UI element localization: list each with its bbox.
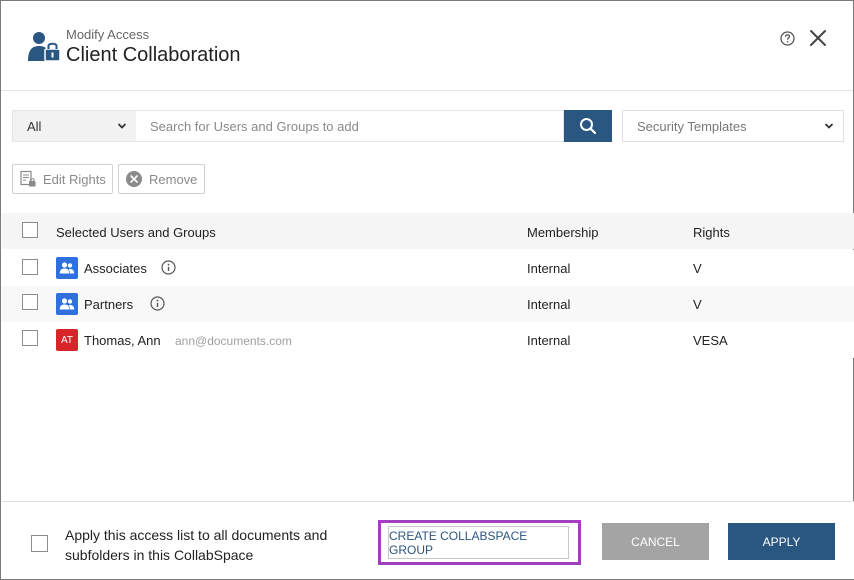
table-row[interactable]: Associates Internal V	[2, 250, 854, 286]
info-icon[interactable]	[161, 260, 176, 275]
search-button[interactable]	[564, 110, 612, 142]
search-icon	[580, 118, 597, 135]
row-rights: VESA	[693, 333, 728, 348]
group-icon	[59, 298, 75, 310]
column-header-membership: Membership	[527, 225, 599, 240]
user-lock-icon	[28, 32, 61, 62]
row-checkbox[interactable]	[22, 294, 38, 310]
table-row[interactable]: Partners Internal V	[2, 286, 854, 322]
row-membership: Internal	[527, 333, 571, 348]
remove-icon	[126, 171, 142, 187]
scope-select[interactable]: All	[12, 110, 136, 142]
apply-button[interactable]: APPLY	[728, 523, 835, 560]
apply-all-checkbox[interactable]	[31, 535, 48, 552]
dialog-footer: Apply this access list to all documents …	[2, 501, 854, 579]
edit-rights-icon	[20, 170, 36, 187]
dialog-header: Modify Access Client Collaboration	[1, 1, 853, 91]
table-header: Selected Users and Groups Membership Rig…	[2, 213, 854, 249]
modify-access-dialog: Modify Access Client Collaboration All S…	[0, 0, 854, 580]
row-rights: V	[693, 297, 702, 312]
security-templates-placeholder: Security Templates	[637, 118, 747, 134]
column-header-rights: Rights	[693, 225, 730, 240]
row-membership: Internal	[527, 297, 571, 312]
cancel-button[interactable]: CANCEL	[602, 523, 709, 560]
table-row[interactable]: AT Thomas, Ann ann@documents.com Interna…	[2, 322, 854, 358]
chevron-down-icon	[117, 123, 127, 129]
info-icon[interactable]	[150, 296, 165, 311]
group-avatar	[56, 257, 78, 279]
security-templates-select[interactable]: Security Templates	[622, 110, 844, 142]
search-input[interactable]	[136, 110, 564, 142]
row-email: ann@documents.com	[175, 334, 292, 348]
apply-all-label: Apply this access list to all documents …	[65, 527, 328, 563]
select-all-checkbox[interactable]	[22, 222, 38, 238]
edit-rights-label: Edit Rights	[43, 171, 106, 187]
row-rights: V	[693, 261, 702, 276]
scope-select-value: All	[27, 118, 42, 134]
group-avatar	[56, 293, 78, 315]
remove-button[interactable]: Remove	[118, 164, 205, 194]
help-icon[interactable]	[780, 31, 795, 46]
row-checkbox[interactable]	[22, 330, 38, 346]
row-checkbox[interactable]	[22, 259, 38, 275]
column-header-users: Selected Users and Groups	[56, 225, 216, 240]
create-collabspace-group-button[interactable]: CREATE COLLABSPACE GROUP	[388, 526, 569, 559]
row-name: Thomas, Ann	[84, 333, 161, 348]
row-name: Associates	[84, 261, 147, 276]
group-icon	[59, 262, 75, 274]
close-icon[interactable]	[808, 28, 828, 48]
chevron-down-icon	[824, 123, 834, 129]
user-avatar: AT	[56, 329, 78, 351]
remove-label: Remove	[149, 171, 198, 187]
dialog-title: Client Collaboration	[66, 44, 241, 66]
row-membership: Internal	[527, 261, 571, 276]
row-name: Partners	[84, 297, 134, 312]
dialog-subtitle: Modify Access	[66, 27, 150, 42]
edit-rights-button[interactable]: Edit Rights	[12, 164, 113, 194]
